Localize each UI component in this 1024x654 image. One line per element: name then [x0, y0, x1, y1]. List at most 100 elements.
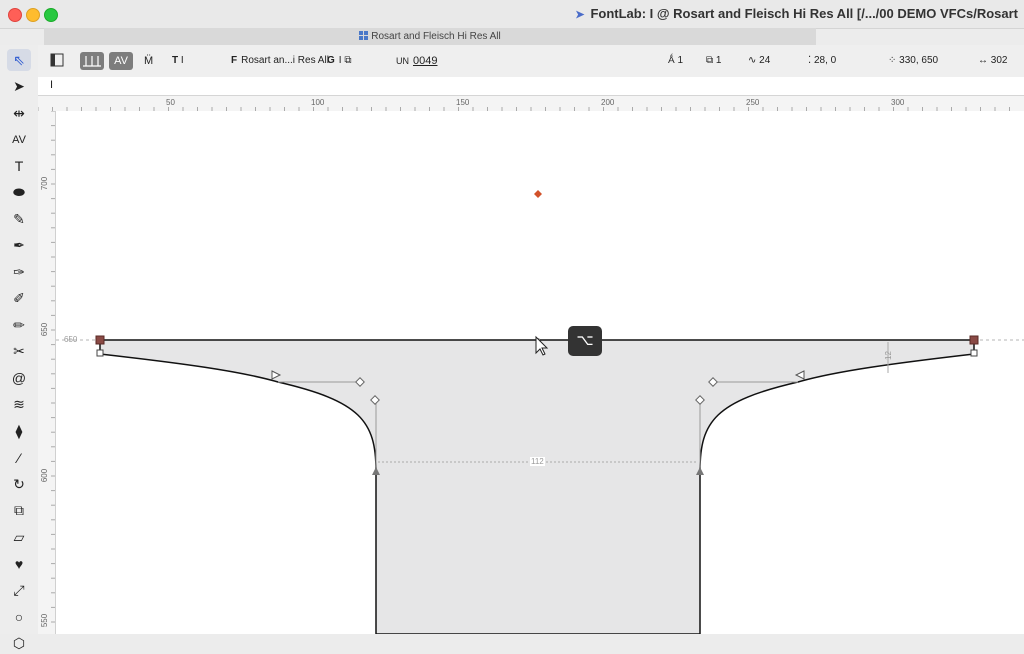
polygon-tool-button[interactable]: ⬡ — [7, 632, 31, 654]
anchor-point[interactable] — [534, 190, 542, 198]
tab-font-window[interactable]: Rosart and Fleisch Hi Res All — [44, 28, 816, 45]
brush-tool-icon: ✎ — [13, 210, 25, 227]
nodes-icon: ∿ — [748, 55, 757, 66]
glyph-contour[interactable] — [99, 339, 975, 634]
scale-tool-button[interactable]: ⧉ — [7, 500, 31, 522]
text-mode-icon[interactable]: T I — [172, 55, 184, 66]
spiral-tool-button[interactable]: @ — [7, 367, 31, 389]
title-bar: ➤ FontLab: I @ Rosart and Fleisch Hi Res … — [0, 0, 1024, 29]
rapid-tool-icon: ✑ — [13, 263, 25, 280]
h-ruler-label: 150 — [456, 98, 470, 107]
window-title-text: FontLab: I @ Rosart and Fleisch Hi Res A… — [590, 6, 1018, 21]
elements-count: ⧉ 1 — [706, 55, 722, 66]
polygon-tool-icon: ⬡ — [12, 634, 26, 651]
spiral-tool-icon: @ — [11, 370, 27, 386]
v-ruler-label: 600 — [40, 468, 50, 483]
element-tool-button[interactable]: ➤ — [7, 76, 31, 98]
text-bar[interactable]: I — [38, 77, 1024, 96]
brush-tool-button[interactable]: ✎ — [7, 208, 31, 230]
size-field[interactable]: ⁘ 330, 650 — [888, 55, 938, 66]
position-field[interactable]: ⁚ 28, 0 — [808, 55, 836, 66]
position-icon: ⁚ — [808, 55, 812, 66]
ellipse-tool-icon: ○ — [14, 608, 24, 625]
slant-tool-button[interactable]: ▱ — [7, 526, 31, 548]
tab-label: Rosart and Fleisch Hi Res All — [371, 31, 501, 42]
v-ruler-label: 700 — [40, 176, 50, 191]
layers-icon: Ǻ — [668, 55, 675, 66]
minimize-window-button[interactable] — [26, 8, 40, 22]
kerning-tool-button[interactable]: AV — [7, 129, 31, 151]
property-bar: AV M̈ T I F Rosart an...i Res All GI ⧉ UN… — [38, 45, 1024, 78]
ruler-tool-button[interactable]: ⁄ — [7, 447, 31, 469]
power-brush-icon: ✐ — [13, 290, 25, 306]
metrics-mode-icon — [83, 56, 101, 67]
slant-tool-icon: ▱ — [13, 528, 25, 545]
text-tool-button[interactable]: T — [7, 155, 31, 177]
panel-toggle-icon[interactable] — [50, 53, 64, 70]
horizontal-ruler: 50 100 150 200 250 300 — [38, 96, 1024, 112]
contour-tool-button[interactable]: ⇖ — [7, 49, 31, 71]
rapid-tool-button[interactable]: ✑ — [7, 261, 31, 283]
text-bar-input[interactable]: I — [50, 79, 53, 91]
corner-node[interactable] — [970, 349, 978, 357]
tab-bar: Rosart and Fleisch Hi Res All — [44, 28, 816, 46]
scale-tool-icon: ⧉ — [14, 502, 24, 518]
rotate-tool-button[interactable]: ↻ — [7, 473, 31, 495]
kerning-tool-icon: AV — [12, 133, 26, 146]
curves-tool-icon: ≋ — [13, 396, 25, 412]
window-title: ➤ FontLab: I @ Rosart and Fleisch Hi Res … — [575, 6, 1018, 21]
eyedropper-tool-button[interactable]: ⤢ — [7, 579, 31, 601]
fill-tool-icon: ⧫ — [15, 422, 23, 439]
selected-corner-node[interactable] — [969, 335, 979, 345]
stem-width-label: 112 — [530, 457, 545, 466]
metrics-tool-icon: ⇹ — [13, 104, 25, 121]
layers-count: Ǻ 1 — [668, 55, 684, 66]
kerning-mode-button[interactable]: AV — [109, 52, 133, 70]
eraser-tool-button[interactable]: ⬬ — [7, 182, 31, 204]
pencil-tool-icon: ✏ — [13, 316, 25, 333]
horizontal-ruler-ticks — [38, 107, 1010, 111]
eyedropper-tool-icon: ⤢ — [13, 581, 25, 598]
glyph-outline-view[interactable] — [56, 111, 1024, 634]
h-ruler-label: 200 — [601, 98, 615, 107]
pointer-icon: ➤ — [575, 9, 585, 21]
knife-tool-button[interactable]: ✂ — [7, 341, 31, 363]
glyph-selector[interactable]: GI ⧉ — [327, 55, 351, 66]
curves-tool-button[interactable]: ≋ — [7, 394, 31, 416]
h-ruler-label: 300 — [891, 98, 905, 107]
pencil-tool-button[interactable]: ✏ — [7, 314, 31, 336]
font-selector[interactable]: F Rosart an...i Res All — [231, 55, 329, 66]
v-ruler-label: 550 — [40, 613, 50, 628]
rotate-tool-icon: ↻ — [13, 475, 25, 492]
option-key-indicator: ⌥ — [568, 326, 602, 356]
metrics-tool-button[interactable]: ⇹ — [7, 102, 31, 124]
pen-tool-icon: ✒ — [13, 237, 25, 253]
text-tool-icon: T — [14, 158, 24, 174]
metrics-mode-button[interactable] — [80, 52, 104, 70]
ruler-tool-icon: ⁄ — [17, 449, 21, 466]
ellipse-tool-button[interactable]: ○ — [7, 606, 31, 628]
heart-tool-icon: ♥ — [14, 555, 24, 572]
close-window-button[interactable] — [8, 8, 22, 22]
serif-height-label: 12 — [883, 351, 893, 360]
power-brush-button[interactable]: ✐ — [7, 288, 31, 310]
contour-tool-icon: ⇖ — [13, 51, 25, 68]
nodes-count: ∿ 24 — [748, 55, 771, 66]
element-tool-icon: ➤ — [13, 78, 25, 94]
unicode-field[interactable]: UN 0049 — [396, 55, 437, 67]
fill-tool-button[interactable]: ⧫ — [7, 420, 31, 442]
vertical-ruler: 700 650 600 550 — [38, 111, 56, 634]
glyph-canvas[interactable]: 650 112 12 — [56, 111, 1024, 634]
heart-tool-button[interactable]: ♥ — [7, 553, 31, 575]
accent-mode-icon[interactable]: M̈ — [144, 55, 153, 67]
glyph-copy-icon: ⧉ — [344, 55, 352, 66]
v-ruler-label: 650 — [40, 322, 50, 337]
zoom-window-button[interactable] — [44, 8, 58, 22]
h-ruler-label: 50 — [166, 98, 175, 107]
elements-icon: ⧉ — [706, 55, 714, 66]
pen-tool-button[interactable]: ✒ — [7, 235, 31, 257]
corner-node[interactable] — [96, 349, 104, 357]
selected-corner-node[interactable] — [95, 335, 105, 345]
advance-width-field[interactable]: ↔ 302 — [978, 55, 1007, 66]
eraser-tool-icon: ⬬ — [13, 184, 25, 200]
